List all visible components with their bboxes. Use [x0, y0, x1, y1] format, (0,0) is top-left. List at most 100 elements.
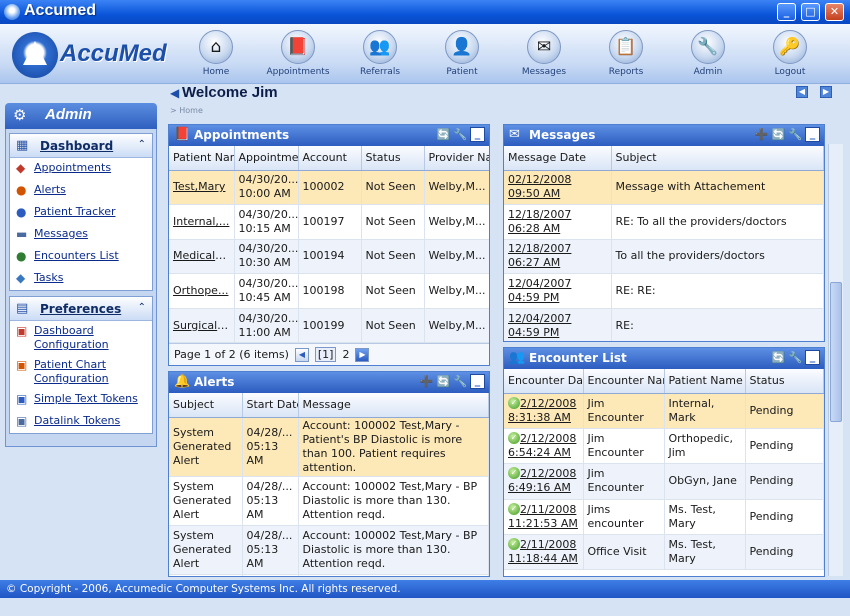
refresh-icon[interactable]: 🔄 — [771, 350, 786, 365]
table-row[interactable]: Surgical,... 04/30/20... 11:00 AM 100199 No… — [169, 308, 489, 344]
column-header[interactable]: Patient Name — [664, 369, 746, 394]
sidebar-group-title[interactable]: Dashboard — [40, 139, 113, 153]
sidebar-item-patient-chart-configuration[interactable]: ▣ Patient Chart Configuration — [10, 355, 152, 389]
breadcrumb[interactable]: > Home — [170, 106, 203, 115]
sidebar-group-title[interactable]: Preferences — [40, 302, 121, 316]
sidebar-item-label[interactable]: Patient Tracker — [34, 205, 115, 219]
column-header[interactable]: Account — [298, 146, 362, 171]
column-header[interactable]: Status — [361, 146, 425, 171]
sidebar-item-datalink-tokens[interactable]: ▣ Datalink Tokens — [10, 411, 152, 433]
nav-item-reports[interactable]: 📋 Reports — [588, 30, 664, 77]
sidebar-item-alerts[interactable]: ● Alerts — [10, 180, 152, 202]
main-vertical-scrollbar[interactable] — [828, 144, 843, 576]
nav-item-home[interactable]: ⌂ Home — [178, 30, 254, 77]
pager-prev-icon[interactable]: ◀ — [294, 347, 309, 362]
refresh-icon[interactable]: 🔄 — [436, 127, 451, 142]
row-link[interactable]: Orthope... — [173, 284, 228, 297]
row-link[interactable]: 12/04/2007 04:59 PM — [508, 277, 571, 304]
table-row[interactable]: ✓ 2/12/2008 8:31:38 AM Jim Encounter Intern… — [504, 393, 824, 429]
sidebar-group-header[interactable]: ▤ Preferences ⌃ — [10, 297, 152, 321]
add-alert-icon[interactable]: ➕ — [419, 374, 434, 389]
column-header[interactable]: Appointment — [234, 146, 299, 171]
table-row[interactable]: 02/12/2008 09:50 AM Message with Attachem… — [504, 170, 824, 206]
minimize-panel-icon[interactable]: _ — [805, 127, 820, 142]
column-header[interactable]: Subject — [611, 146, 824, 171]
compose-message-icon[interactable]: ➕ — [754, 127, 769, 142]
column-header[interactable]: Subject — [169, 393, 243, 418]
settings-tools-icon[interactable]: 🔧 — [453, 374, 468, 389]
minimize-panel-icon[interactable]: _ — [805, 350, 820, 365]
pager-next-icon[interactable]: ▶ — [355, 347, 370, 362]
row-link[interactable]: Medical,Joe — [173, 249, 233, 262]
nav-item-appointments[interactable]: 📕 Appointments — [260, 30, 336, 77]
table-row[interactable]: 12/04/2007 04:59 PM RE: RE: — [504, 273, 824, 309]
row-link[interactable]: 02/12/2008 09:50 AM — [508, 173, 571, 200]
close-icon[interactable]: ✕ — [825, 3, 844, 21]
collapse-chevron-icon[interactable]: ⌃ — [138, 302, 146, 313]
sidebar-item-encounters-list[interactable]: ● Encounters List — [10, 246, 152, 268]
column-header[interactable]: Patient Name — [169, 146, 235, 171]
collapse-chevron-icon[interactable]: ⌃ — [138, 139, 146, 150]
table-row[interactable]: Test,Mary 04/30/20... 10:00 AM 100002 Not S… — [169, 170, 489, 206]
table-row[interactable]: Medical,Joe 04/30/20... 10:30 AM 100194 Not… — [169, 239, 489, 275]
minimize-icon[interactable]: _ — [777, 3, 796, 21]
refresh-icon[interactable]: 🔄 — [771, 127, 786, 142]
table-row[interactable]: 12/04/2007 04:59 PM RE: — [504, 308, 824, 341]
sidebar-item-tasks[interactable]: ◆ Tasks — [10, 268, 152, 290]
sidebar-item-label[interactable]: Messages — [34, 227, 88, 241]
nav-back-icon[interactable]: ◀ — [796, 86, 808, 98]
row-link[interactable]: Internal,... — [173, 215, 229, 228]
column-header[interactable]: Status — [745, 369, 824, 394]
table-row[interactable]: ✓ 2/11/2008 11:21:53 AM Jims encounter Ms. … — [504, 499, 824, 536]
nav-forward-icon[interactable]: ▶ — [820, 86, 832, 98]
sidebar-item-patient-tracker[interactable]: ● Patient Tracker — [10, 202, 152, 224]
nav-item-referrals[interactable]: 👥 Referrals — [342, 30, 418, 77]
sidebar-item-label[interactable]: Datalink Tokens — [34, 414, 120, 428]
column-header[interactable]: Message Date — [504, 146, 612, 171]
column-header[interactable]: Message — [298, 393, 489, 418]
column-header[interactable]: Provider Name — [424, 146, 489, 171]
sidebar-item-label[interactable]: Appointments — [34, 161, 111, 175]
table-row[interactable]: System Generated Alert 04/28/... 05:13 AM… — [169, 525, 489, 575]
table-row[interactable]: ✓ 2/12/2008 6:54:24 AM Jim Encounter Orthop… — [504, 428, 824, 465]
sidebar-item-messages[interactable]: ▬ Messages — [10, 224, 152, 246]
row-link[interactable]: Test,Mary — [173, 180, 225, 193]
table-row[interactable]: System Generated Alert 04/28/... 05:13 AM… — [169, 417, 489, 477]
refresh-icon[interactable]: 🔄 — [436, 374, 451, 389]
minimize-panel-icon[interactable]: _ — [470, 374, 485, 389]
sidebar-item-label[interactable]: Encounters List — [34, 249, 119, 263]
sidebar-item-label[interactable]: Simple Text Tokens — [34, 392, 138, 406]
sidebar-item-simple-text-tokens[interactable]: ▣ Simple Text Tokens — [10, 389, 152, 411]
nav-item-patient[interactable]: 👤 Patient — [424, 30, 500, 77]
table-row[interactable]: ✓ 2/12/2008 6:49:16 AM Jim Encounter ObGyn,… — [504, 463, 824, 500]
nav-item-admin[interactable]: 🔧 Admin — [670, 30, 746, 77]
row-link[interactable]: 12/04/2007 04:59 PM — [508, 312, 571, 339]
column-header[interactable]: Encounter Name — [583, 369, 665, 394]
sidebar-item-label[interactable]: Tasks — [34, 271, 63, 285]
row-link[interactable]: 12/18/2007 06:28 AM — [508, 208, 571, 235]
table-row[interactable]: ✓ 2/11/2008 11:18:44 AM Office Visit Ms. Te… — [504, 534, 824, 571]
nav-item-logout[interactable]: 🔑 Logout — [752, 30, 828, 77]
sidebar-item-label[interactable]: Patient Chart Configuration — [34, 358, 146, 386]
sidebar-item-label[interactable]: Dashboard Configuration — [34, 324, 146, 352]
nav-item-messages[interactable]: ✉ Messages — [506, 30, 582, 77]
settings-tools-icon[interactable]: 🔧 — [453, 127, 468, 142]
sidebar-group-header[interactable]: ▦ Dashboard ⌃ — [10, 134, 152, 158]
table-row[interactable]: System Generated Alert 04/28/... 05:13 AM… — [169, 476, 489, 526]
table-row[interactable]: Orthope... 04/30/20... 10:45 AM 100198 Not … — [169, 273, 489, 309]
table-row[interactable]: 12/18/2007 06:27 AM To all the providers/… — [504, 239, 824, 275]
table-row[interactable]: 12/18/2007 06:28 AM RE: To all the provid… — [504, 204, 824, 240]
table-row[interactable]: Internal,... 04/30/20... 10:15 AM 100197 No… — [169, 204, 489, 240]
table-row[interactable]: System04/28/...Account: 100002 Test,Mary… — [169, 574, 489, 576]
column-header[interactable]: Encounter Date — [504, 369, 584, 394]
settings-tools-icon[interactable]: 🔧 — [788, 350, 803, 365]
pager-page-2-link[interactable]: 2 — [342, 348, 349, 361]
scrollbar-thumb[interactable] — [830, 282, 842, 422]
sidebar-item-appointments[interactable]: ◆ Appointments — [10, 158, 152, 180]
column-header[interactable]: Start Date — [242, 393, 299, 418]
sidebar-item-label[interactable]: Alerts — [34, 183, 66, 197]
minimize-panel-icon[interactable]: _ — [470, 127, 485, 142]
row-link[interactable]: Surgical,... — [173, 319, 231, 332]
row-link[interactable]: 12/18/2007 06:27 AM — [508, 242, 571, 269]
sidebar-item-dashboard-configuration[interactable]: ▣ Dashboard Configuration — [10, 321, 152, 355]
